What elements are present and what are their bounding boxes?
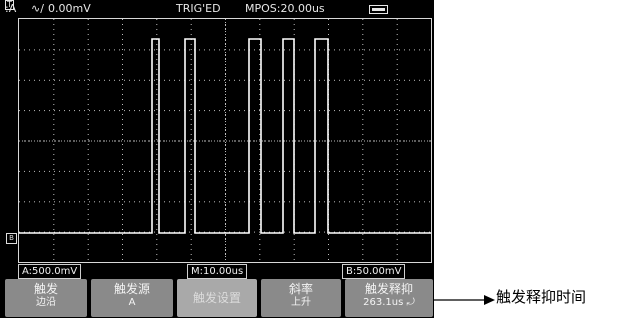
horizontal-position: MPOS:20.00us: [245, 2, 325, 15]
battery-icon: [369, 5, 388, 14]
softkey-label: 触发源: [113, 282, 150, 296]
softkey-menu: 触发 边沿 触发源 A 触发设置 斜率 上升 触发释抑 263.1us ⤾: [5, 279, 433, 317]
trigger-level: 0.00mV: [48, 2, 91, 15]
softkey-label: 触发设置: [192, 291, 241, 305]
softkey-trigger-settings[interactable]: 触发设置: [177, 279, 257, 317]
softkey-value: 263.1us ⤾: [363, 297, 415, 308]
oscilloscope-screen: T:A ∿∕ 0.00mV TRIG'ED MPOS:20.00us ▼ B ◄…: [0, 0, 434, 318]
trigger-channel-label: :A: [5, 2, 17, 15]
annotation-label: 触发释抑时间: [496, 288, 587, 306]
softkey-trigger-type[interactable]: 触发 边沿: [5, 279, 87, 317]
softkey-value: 上升: [291, 297, 311, 308]
channel-b-scale: B:50.00mV: [342, 264, 406, 279]
channel-a-scale: A:500.0mV: [18, 264, 82, 279]
waveform-display: [18, 18, 432, 263]
softkey-slope[interactable]: 斜率 上升: [261, 279, 341, 317]
softkey-label: 斜率: [288, 282, 313, 296]
annotation-arrow-icon: [434, 295, 495, 305]
softkey-value: A: [128, 297, 136, 308]
status-bar: T:A ∿∕ 0.00mV TRIG'ED MPOS:20.00us: [0, 0, 434, 18]
softkey-trigger-holdoff[interactable]: 触发释抑 263.1us ⤾: [345, 279, 433, 317]
softkey-trigger-source[interactable]: 触发源 A: [91, 279, 173, 317]
softkey-value: 边沿: [36, 297, 56, 308]
waveform-grid: [19, 19, 431, 260]
timebase-readout: M:10.00us: [187, 264, 248, 279]
channel-b-marker-icon: B: [6, 233, 17, 244]
softkey-label: 触发释抑: [364, 282, 413, 296]
softkey-label: 触发: [33, 282, 58, 296]
edge-icon: ∿∕: [31, 2, 44, 15]
trigger-status: TRIG'ED: [176, 2, 221, 15]
